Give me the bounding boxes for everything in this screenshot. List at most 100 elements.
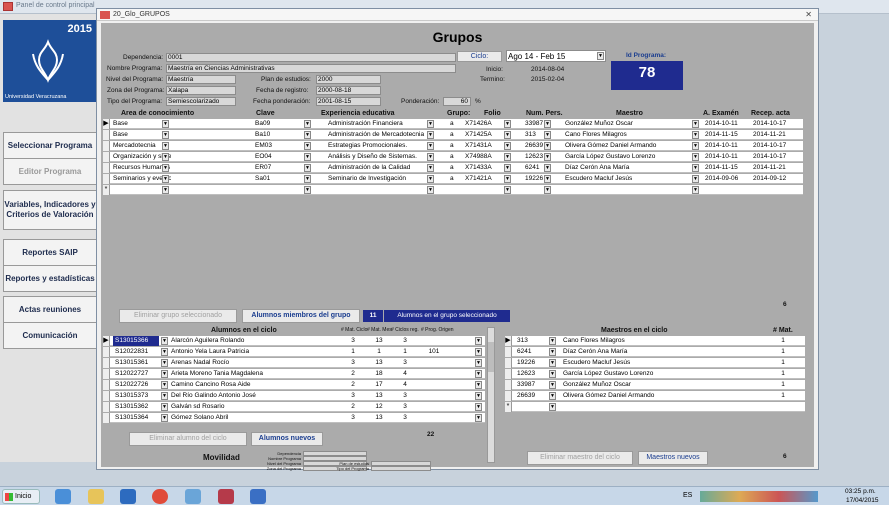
teacher-row[interactable]: 19226 Escudero Macluf Jesús 1 ▼	[505, 358, 805, 368]
students-scrollbar[interactable]	[487, 327, 495, 463]
chevron-down-icon[interactable]: ▼	[304, 153, 311, 161]
teacher-row[interactable]: * ▼	[505, 402, 805, 412]
chevron-down-icon[interactable]: ▼	[475, 381, 482, 389]
chevron-down-icon[interactable]: ▼	[504, 142, 511, 150]
chevron-down-icon[interactable]: ▼	[161, 359, 168, 367]
row-selector[interactable]: ▶	[103, 336, 110, 346]
chevron-down-icon[interactable]: ▼	[549, 392, 556, 400]
row-selector[interactable]	[103, 141, 110, 151]
row-selector[interactable]	[505, 358, 512, 368]
row-selector[interactable]: *	[103, 185, 110, 195]
group-row[interactable]: Seminarios y eventos acad▼Sa01▼Seminario…	[103, 174, 803, 184]
meeting-minutes-button[interactable]: Actas reuniones	[3, 296, 97, 323]
chevron-down-icon[interactable]: ▼	[427, 120, 434, 128]
chevron-down-icon[interactable]: ▼	[692, 142, 699, 150]
access-icon[interactable]	[218, 489, 234, 504]
student-row[interactable]: ▶ S13015366 Alarcón Aguilera Rolando 3 13 3 ▼ ▼	[103, 336, 485, 346]
chevron-down-icon[interactable]: ▼	[549, 337, 556, 345]
chevron-down-icon[interactable]: ▼	[475, 414, 482, 422]
row-selector[interactable]	[103, 152, 110, 162]
chevron-down-icon[interactable]: ▼	[427, 175, 434, 183]
chevron-down-icon[interactable]: ▼	[504, 164, 511, 172]
student-row[interactable]: S12022726 Camino Cancino Rosa Aide 2 17 4 ▼ ▼	[103, 380, 485, 390]
chevron-down-icon[interactable]: ▼	[692, 131, 699, 139]
group-row[interactable]: Recursos Humanos ▼ ER07 ▼ Administración de …	[103, 163, 803, 173]
new-teachers-button[interactable]: Maestros nuevos	[638, 451, 708, 465]
chevron-down-icon[interactable]: ▼	[161, 337, 168, 345]
teacher-row[interactable]: 6241 Díaz Cerón Ana María 1 ▼	[505, 347, 805, 357]
statistics-reports-button[interactable]: Reportes y estadísticas	[3, 265, 97, 292]
chevron-down-icon[interactable]: ▼	[692, 120, 699, 128]
student-row[interactable]: S13015361 Arenas Nadal Rocío 3 13 3 ▼ ▼	[103, 358, 485, 368]
language-indicator[interactable]: ES	[683, 492, 692, 499]
chevron-down-icon[interactable]: ▼	[504, 153, 511, 161]
close-icon[interactable]: ✕	[805, 10, 812, 19]
student-row[interactable]: S12022831 Antonio Yela Laura Patricia 1 1 1 1…	[103, 347, 485, 357]
start-button[interactable]: Inicio	[2, 489, 40, 504]
group-row[interactable]: Base ▼ Ba10 ▼ Administración de Mercadotecni…	[103, 130, 803, 140]
select-program-button[interactable]: Seleccionar Programa	[3, 132, 97, 159]
chevron-down-icon[interactable]: ▼	[549, 348, 556, 356]
chevron-down-icon[interactable]: ▼	[161, 414, 168, 422]
chevron-down-icon[interactable]: ▼	[544, 175, 551, 183]
chevron-down-icon[interactable]: ▼	[304, 164, 311, 172]
row-selector[interactable]	[103, 380, 110, 390]
chevron-down-icon[interactable]: ▼	[162, 153, 169, 161]
row-selector[interactable]	[505, 369, 512, 379]
variables-button[interactable]: Variables, Indicadores y Criterios de Va…	[3, 190, 97, 230]
chevron-down-icon[interactable]: ▼	[504, 175, 511, 183]
saip-reports-button[interactable]: Reportes SAIP	[3, 239, 97, 266]
delete-student-button[interactable]: Eliminar alumno del ciclo	[129, 432, 247, 446]
group-members-button[interactable]: Alumnos miembros del grupo	[242, 309, 360, 323]
chevron-down-icon[interactable]: ▼	[504, 186, 511, 194]
tray-icons[interactable]	[700, 491, 818, 502]
student-row[interactable]: S13015364 Gómez Solano Abril 3 13 3 ▼ ▼	[103, 413, 485, 423]
chevron-down-icon[interactable]: ▼	[544, 142, 551, 150]
chevron-down-icon[interactable]: ▼	[549, 359, 556, 367]
chevron-down-icon[interactable]: ▼	[597, 52, 604, 60]
row-selector[interactable]	[103, 391, 110, 401]
chevron-down-icon[interactable]: ▼	[427, 164, 434, 172]
chevron-down-icon[interactable]: ▼	[544, 131, 551, 139]
group-row[interactable]: * ▼ ▼ ▼ ▼ ▼ ▼	[103, 185, 803, 195]
chevron-down-icon[interactable]: ▼	[162, 142, 169, 150]
folder-icon[interactable]	[88, 489, 104, 504]
ciclo-select[interactable]: Ago 14 - Feb 15 ▼	[506, 50, 606, 62]
row-selector[interactable]	[103, 163, 110, 173]
chevron-down-icon[interactable]: ▼	[162, 175, 169, 183]
chevron-down-icon[interactable]: ▼	[692, 175, 699, 183]
chevron-down-icon[interactable]: ▼	[161, 381, 168, 389]
chevron-down-icon[interactable]: ▼	[162, 186, 169, 194]
group-row[interactable]: Mercadotecnia ▼ EM03 ▼ Estrategias Promocion…	[103, 141, 803, 151]
group-row[interactable]: ▶ Base ▼ Ba09 ▼ Administración Financiera ▼ a X7…	[103, 119, 803, 129]
chevron-down-icon[interactable]: ▼	[162, 164, 169, 172]
chevron-down-icon[interactable]: ▼	[504, 120, 511, 128]
row-selector[interactable]	[103, 358, 110, 368]
row-selector[interactable]	[103, 413, 110, 423]
chevron-down-icon[interactable]: ▼	[692, 164, 699, 172]
student-row[interactable]: S13015362 Galván sd Rosario 2 12 3 ▼ ▼	[103, 402, 485, 412]
chevron-down-icon[interactable]: ▼	[475, 359, 482, 367]
communication-button[interactable]: Comunicación	[3, 322, 97, 349]
chevron-down-icon[interactable]: ▼	[544, 120, 551, 128]
group-row[interactable]: Organización y sistemas▼EO04▼Análisis y …	[103, 152, 803, 162]
row-selector[interactable]	[103, 130, 110, 140]
row-selector[interactable]	[103, 402, 110, 412]
chevron-down-icon[interactable]: ▼	[427, 131, 434, 139]
student-row[interactable]: S13015373 Del Río Galindo Antonio José 3 13…	[103, 391, 485, 401]
student-row[interactable]: S12022727 Arieta Moreno Tania Magdalena 2 1…	[103, 369, 485, 379]
chevron-down-icon[interactable]: ▼	[692, 153, 699, 161]
chevron-down-icon[interactable]: ▼	[692, 186, 699, 194]
program-editor-button[interactable]: Editor Programa	[3, 158, 97, 185]
chevron-down-icon[interactable]: ▼	[475, 370, 482, 378]
row-selector[interactable]: ▶	[103, 119, 110, 129]
chevron-down-icon[interactable]: ▼	[549, 381, 556, 389]
teacher-row[interactable]: ▶ 313 Cano Flores Milagros 1 ▼	[505, 336, 805, 346]
row-selector[interactable]	[103, 369, 110, 379]
new-students-button[interactable]: Alumnos nuevos	[251, 432, 323, 446]
chevron-down-icon[interactable]: ▼	[162, 131, 169, 139]
chevron-down-icon[interactable]: ▼	[475, 337, 482, 345]
row-selector[interactable]	[103, 174, 110, 184]
chevron-down-icon[interactable]: ▼	[161, 392, 168, 400]
row-selector[interactable]: ▶	[505, 336, 512, 346]
